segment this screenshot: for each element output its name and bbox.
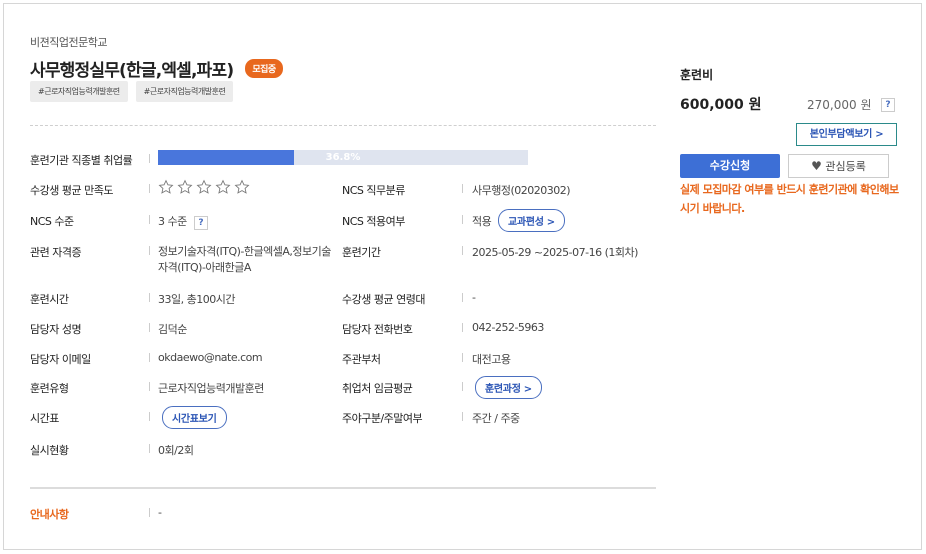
manager-label: 담당자 성명 — [30, 323, 82, 336]
status-label: 실시현황 — [30, 444, 69, 457]
divider — [149, 154, 150, 163]
school-name[interactable]: 비젼직업전문학교 — [30, 34, 107, 50]
divider — [149, 293, 150, 302]
status-badge: 모집중 — [245, 59, 283, 78]
fee-label: 훈련비 — [680, 68, 714, 82]
dept-label: 주관부처 — [342, 353, 381, 366]
hours-label: 훈련시간 — [30, 293, 69, 306]
course-title: 사무행정실무(한글,엑셀,파포) — [30, 61, 234, 81]
phone-value: 042-252-5963 — [472, 321, 544, 334]
timetable-button[interactable]: 시간표보기 — [162, 406, 227, 429]
ncs-level-label: NCS 수준 — [30, 215, 74, 228]
divider — [149, 412, 150, 421]
tag[interactable]: #근로자직업능력개발훈련 — [135, 81, 234, 102]
divider — [149, 246, 150, 255]
divider — [30, 125, 656, 126]
divider — [149, 353, 150, 362]
manager-value: 김덕순 — [158, 323, 187, 336]
warning-text: 실제 모집마감 여부를 반드시 훈련기관에 확인해보시기 바랍니다. — [680, 183, 899, 215]
divider — [149, 184, 150, 193]
tag[interactable]: #근로자직업능력개발훈련 — [30, 81, 128, 102]
star-icon — [234, 179, 250, 194]
divider — [462, 246, 463, 255]
period-value: 2025-05-29 ~2025-07-16 (1회차) — [472, 246, 638, 259]
employment-rate-label: 훈련기관 직종별 취업률 — [30, 154, 133, 167]
timetable-label: 시간표 — [30, 412, 59, 425]
tag-list: #근로자직업능력개발훈련 #근로자직업능력개발훈련 — [30, 81, 241, 102]
ncs-apply-label: NCS 적용여부 — [342, 215, 405, 228]
age-value: - — [472, 291, 476, 304]
divider — [462, 412, 463, 421]
divider — [149, 508, 150, 517]
notice-label: 안내사항 — [30, 508, 69, 521]
age-label: 수강생 평균 연령대 — [342, 293, 425, 306]
cert-label: 관련 자격증 — [30, 246, 82, 259]
divider — [149, 323, 150, 332]
self-pay-button[interactable]: 본인부담액보기 > — [796, 123, 897, 146]
satisfaction-label: 수강생 평균 만족도 — [30, 184, 113, 197]
divider — [30, 487, 656, 489]
ncs-field-label: NCS 직무분류 — [342, 184, 405, 197]
apply-button[interactable]: 수강신청 — [680, 154, 780, 178]
course-info-button[interactable]: 훈련과정 > — [475, 376, 542, 399]
daynight-value: 주간 / 주중 — [472, 412, 520, 425]
divider — [462, 323, 463, 332]
divider — [149, 382, 150, 391]
self-pay-price: 270,000 원 — [807, 98, 872, 112]
help-icon[interactable]: ? — [193, 216, 208, 230]
type-value: 근로자직업능력개발훈련 — [158, 382, 264, 395]
status-value: 0회/2회 — [158, 444, 194, 457]
help-icon[interactable]: ? — [881, 98, 895, 112]
email-value: okdaewo@nate.com — [158, 351, 263, 364]
star-icon — [158, 179, 174, 194]
divider — [462, 382, 463, 391]
favorite-button[interactable]: ♥ 관심등록 — [788, 154, 889, 178]
heart-icon: ♥ — [811, 159, 822, 173]
divider — [462, 215, 463, 224]
ncs-apply-value: 적용 — [472, 215, 492, 228]
dept-value: 대전고용 — [472, 353, 511, 366]
star-icon — [196, 179, 212, 194]
phone-label: 담당자 전화번호 — [342, 323, 413, 336]
divider — [462, 184, 463, 193]
star-icon — [215, 179, 231, 194]
wage-label: 취업처 임금평균 — [342, 382, 413, 395]
price: 600,000 원 — [680, 97, 762, 113]
favorite-label: 관심등록 — [825, 160, 866, 173]
cert-value: 정보기술자격(ITQ)-한글엑셀A,정보기술자격(ITQ)-아래한글A — [158, 245, 331, 274]
hours-value: 33일, 총100시간 — [158, 293, 235, 306]
employment-rate-value: 36.8% — [325, 152, 361, 163]
satisfaction-stars — [158, 179, 253, 195]
period-label: 훈련기간 — [342, 246, 381, 259]
ncs-level-value: 3 수준 — [158, 215, 187, 228]
curriculum-button[interactable]: 교과편성 > — [498, 209, 565, 232]
divider — [462, 353, 463, 362]
ncs-level: 3 수준 ? — [158, 213, 208, 230]
email-label: 담당자 이메일 — [30, 353, 91, 366]
daynight-label: 주야구분/주말여부 — [342, 412, 423, 425]
star-icon — [177, 179, 193, 194]
title-row: 사무행정실무(한글,엑셀,파포) 모집중 — [30, 56, 283, 81]
divider — [149, 444, 150, 453]
employment-rate-bar: 36.8% — [158, 150, 528, 165]
ncs-field-value: 사무행정(02020302) — [472, 184, 571, 197]
price-help: ? — [881, 96, 895, 112]
type-label: 훈련유형 — [30, 382, 69, 395]
notice-value: - — [158, 506, 162, 519]
divider — [149, 215, 150, 224]
divider — [462, 293, 463, 302]
